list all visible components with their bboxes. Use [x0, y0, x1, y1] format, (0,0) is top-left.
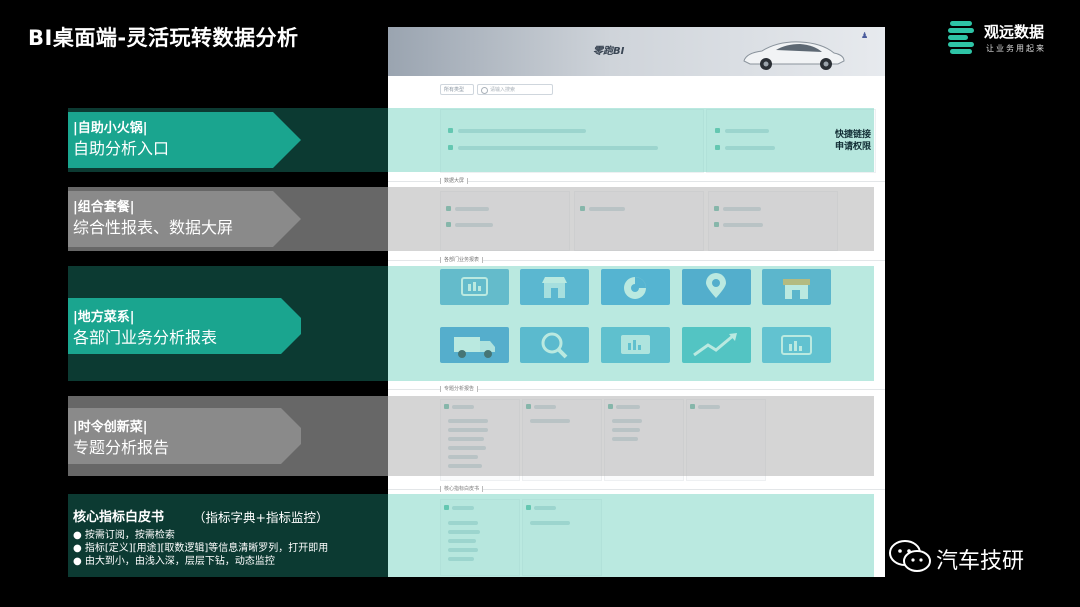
- section-core-index: 核心指标白皮书 （指标字典+指标监控） ● 按需订阅，按需检索 ● 指标[定义]…: [68, 494, 388, 577]
- core-subtitle: （指标字典+指标监控）: [193, 510, 329, 525]
- section-tag: |地方菜系|: [73, 310, 135, 325]
- overlay-self-service: [388, 108, 874, 172]
- overlay-departments: [388, 266, 874, 381]
- brand-logo: 观远数据 让业务用起来: [948, 20, 1068, 56]
- section-topics: |时令创新菜| 专题分析报告: [68, 396, 388, 476]
- section-title: 专题分析报告: [73, 438, 170, 457]
- watermark-text: 汽车技研: [936, 549, 1025, 574]
- section-title: 综合性报表、数据大屏: [73, 218, 234, 237]
- search-icon: [481, 87, 488, 94]
- user-icon[interactable]: ♟: [861, 31, 868, 40]
- section-title: 自助分析入口: [73, 139, 170, 158]
- brand-name: 观远数据: [984, 23, 1045, 41]
- wechat-icon: [889, 540, 931, 572]
- portal-title: 零跑BI: [593, 46, 625, 57]
- brand-slogan: 让业务用起来: [986, 44, 1046, 53]
- car-image: [743, 41, 845, 70]
- section-title: 各部门业务分析报表: [73, 328, 218, 347]
- section-header-core: 核心指标白皮书: [440, 486, 484, 492]
- section-header-screens: 数据大屏: [440, 178, 469, 184]
- overlay-combo: [388, 187, 874, 251]
- section-tag: |组合套餐|: [73, 200, 135, 215]
- section-header-topics: 专题分析报告: [440, 386, 479, 392]
- search-placeholder: 请输入搜索: [490, 87, 516, 93]
- overlay-topics: [388, 396, 874, 476]
- section-self-service: |自助小火锅| 自助分析入口: [68, 108, 388, 172]
- section-tag: |自助小火锅|: [73, 121, 148, 136]
- section-header-departments: 各部门业务报表: [440, 257, 484, 263]
- quick-link-label: 快捷链接 申请权限: [835, 130, 872, 152]
- type-selector[interactable]: 所有类型: [440, 84, 474, 95]
- section-combo: |组合套餐| 综合性报表、数据大屏: [68, 187, 388, 251]
- watermark: 汽车技研: [888, 535, 1058, 579]
- section-departments: |地方菜系| 各部门业务分析报表: [68, 266, 388, 381]
- overlay-core: [388, 494, 874, 577]
- core-title: 核心指标白皮书: [73, 510, 165, 525]
- search-input[interactable]: 请输入搜索: [477, 84, 553, 95]
- section-tag: |时令创新菜|: [73, 420, 148, 435]
- page-title: BI桌面端-灵活玩转数据分析: [28, 26, 299, 50]
- guanyuan-logo-icon: [948, 21, 976, 55]
- core-bullet: ● 由大到小，由浅入深，层层下钻，动态监控: [73, 556, 275, 567]
